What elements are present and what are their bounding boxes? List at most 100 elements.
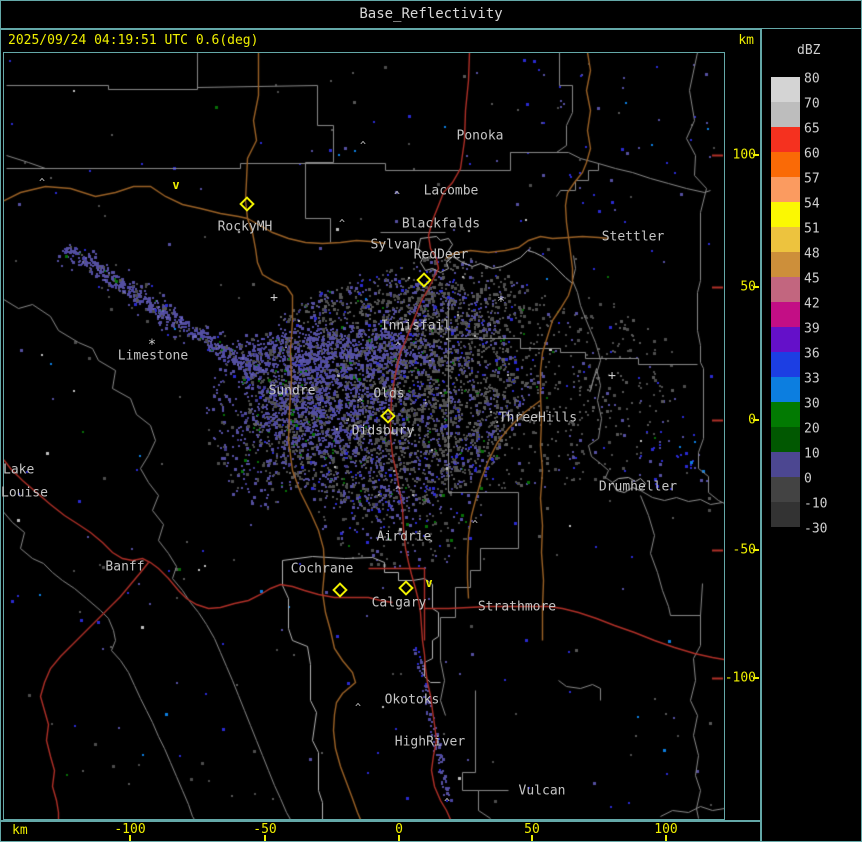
right-axis-tick-label: -50 <box>722 543 756 558</box>
colorbar-top-label: 80 <box>804 72 820 87</box>
colorbar-band <box>771 352 800 377</box>
city-label-airdrie: Airdrie <box>377 530 432 545</box>
right-axis-tick-mark <box>753 154 759 156</box>
caret-marker-icon: ^ <box>339 219 345 230</box>
bottom-axis-tick-mark <box>129 835 131 841</box>
checkmark-icon: v <box>425 576 432 590</box>
city-label-louise: Louise <box>1 486 48 501</box>
colorbar-band-label: 48 <box>804 247 820 262</box>
right-distance-axis: 100 50 0 -50 -100 <box>725 52 760 820</box>
colorbar-band-label: 0 <box>804 472 812 487</box>
bottom-axis-unit-label: km <box>12 823 28 838</box>
plus-marker-icon: + <box>270 291 278 306</box>
right-axis-tick-label: 50 <box>722 280 756 295</box>
window-title: Base_Reflectivity <box>359 6 502 22</box>
colorbar-band <box>771 152 800 177</box>
colorbar-band <box>771 302 800 327</box>
colorbar-band-label: 42 <box>804 297 820 312</box>
colorbar-band <box>771 277 800 302</box>
colorbar-band-label: 10 <box>804 447 820 462</box>
bottom-axis-tick-mark <box>398 835 400 841</box>
caret-marker-icon: ^ <box>39 178 45 189</box>
city-label-okotoks: Okotoks <box>385 693 440 708</box>
bottom-axis-tick-mark <box>264 835 266 841</box>
plus-marker-icon: + <box>608 369 616 384</box>
caret-marker-icon: ^ <box>360 141 366 152</box>
colorbar-band-label: 30 <box>804 397 820 412</box>
colorbar-band-label: 33 <box>804 372 820 387</box>
right-axis-unit-label: km <box>738 33 760 48</box>
bottom-axis-tick-mark <box>531 835 533 841</box>
city-label-blackfalds: Blackfalds <box>402 217 480 232</box>
colorbar-band <box>771 202 800 227</box>
colorbar-band-label: 65 <box>804 122 820 137</box>
colorbar-band <box>771 327 800 352</box>
city-label-strathmore: Strathmore <box>478 600 556 615</box>
colorbar-band <box>771 502 800 527</box>
colorbar-band-label: -10 <box>804 497 827 512</box>
city-label-olds: Olds <box>373 387 404 402</box>
city-label-didsbury: Didsbury <box>352 424 415 439</box>
city-label-drumheller: Drumheller <box>599 480 677 495</box>
caret-marker-icon: ^ <box>472 520 478 531</box>
checkmark-icon: v <box>172 178 179 192</box>
city-label-calgary: Calgary <box>372 596 427 611</box>
colorbar-band <box>771 427 800 452</box>
bottom-axis-tick-mark <box>665 835 667 841</box>
caret-marker-icon: ^ <box>444 798 450 809</box>
title-bar: Base_Reflectivity <box>0 0 862 28</box>
city-label-lacombe: Lacombe <box>424 184 479 199</box>
colorbar-band <box>771 77 800 102</box>
caret-marker-icon: ^ <box>395 342 401 353</box>
colorbar-band-label: 45 <box>804 272 820 287</box>
city-label-sundre: Sundre <box>269 384 316 399</box>
city-label-vulcan: Vulcan <box>519 784 566 799</box>
city-label-threehills: ThreeHills <box>499 411 577 426</box>
right-axis-tick-mark <box>753 419 759 421</box>
colorbar-band <box>771 452 800 477</box>
radar-viewer-window: Base_Reflectivity 2025/09/24 04:19:51 UT… <box>0 0 862 842</box>
right-axis-tick-label: 100 <box>722 148 756 163</box>
city-label-reddeer: RedDeer <box>414 248 469 263</box>
city-label-stettler: Stettler <box>602 230 665 245</box>
asterisk-marker-icon: * <box>148 337 156 353</box>
city-label-innisfail: Innisfail <box>381 319 451 334</box>
colorbar-band <box>771 252 800 277</box>
city-label-banff: Banff <box>105 560 144 575</box>
colorbar-band-label: 54 <box>804 197 820 212</box>
city-label-highriver: HighRiver <box>395 735 465 750</box>
right-axis-tick-label: 0 <box>722 413 756 428</box>
colorbar-band-label: 39 <box>804 322 820 337</box>
bottom-distance-axis: km -100-50050100 <box>0 820 760 842</box>
caret-marker-icon: ^ <box>357 398 363 409</box>
colorbar-band <box>771 227 800 252</box>
status-bar: 2025/09/24 04:19:51 UTC 0.6(deg) km <box>0 30 760 51</box>
color-scale-panel: dBZ 80 70 65 60 57 54 51 48 45 42 39 36 33 30 20 10 0 -10… <box>762 29 862 842</box>
colorbar-band-label: 36 <box>804 347 820 362</box>
caret-marker-icon: ^ <box>355 703 361 714</box>
city-label-sylvan: Sylvan <box>371 238 418 253</box>
colorbar-band <box>771 102 800 127</box>
city-label-cochrane: Cochrane <box>291 562 354 577</box>
scan-datetime-elevation: 2025/09/24 04:19:51 UTC 0.6(deg) <box>0 33 738 48</box>
caret-marker-icon: ^ <box>394 191 400 202</box>
colorbar-band <box>771 477 800 502</box>
colorbar-band-label: 60 <box>804 147 820 162</box>
colorbar-band-label: 70 <box>804 97 820 112</box>
right-axis-tick-mark <box>753 549 759 551</box>
city-label-rockymh: RockyMH <box>218 220 273 235</box>
colorbar-band-label: 20 <box>804 422 820 437</box>
city-label-ponoka: Ponoka <box>457 129 504 144</box>
caret-marker-icon: ^ <box>395 486 401 497</box>
colorbar-band <box>771 377 800 402</box>
colorbar-band-label: 57 <box>804 172 820 187</box>
colorbar-band <box>771 177 800 202</box>
colorbar-band-label: 51 <box>804 222 820 237</box>
colorbar-band-label: -30 <box>804 522 827 537</box>
right-axis-tick-mark <box>753 286 759 288</box>
colorbar-band <box>771 127 800 152</box>
right-axis-tick-mark <box>753 677 759 679</box>
colorbar-unit-label: dBZ <box>797 43 820 58</box>
right-axis-tick-label: -100 <box>722 671 756 686</box>
city-label-lake: Lake <box>3 463 34 478</box>
